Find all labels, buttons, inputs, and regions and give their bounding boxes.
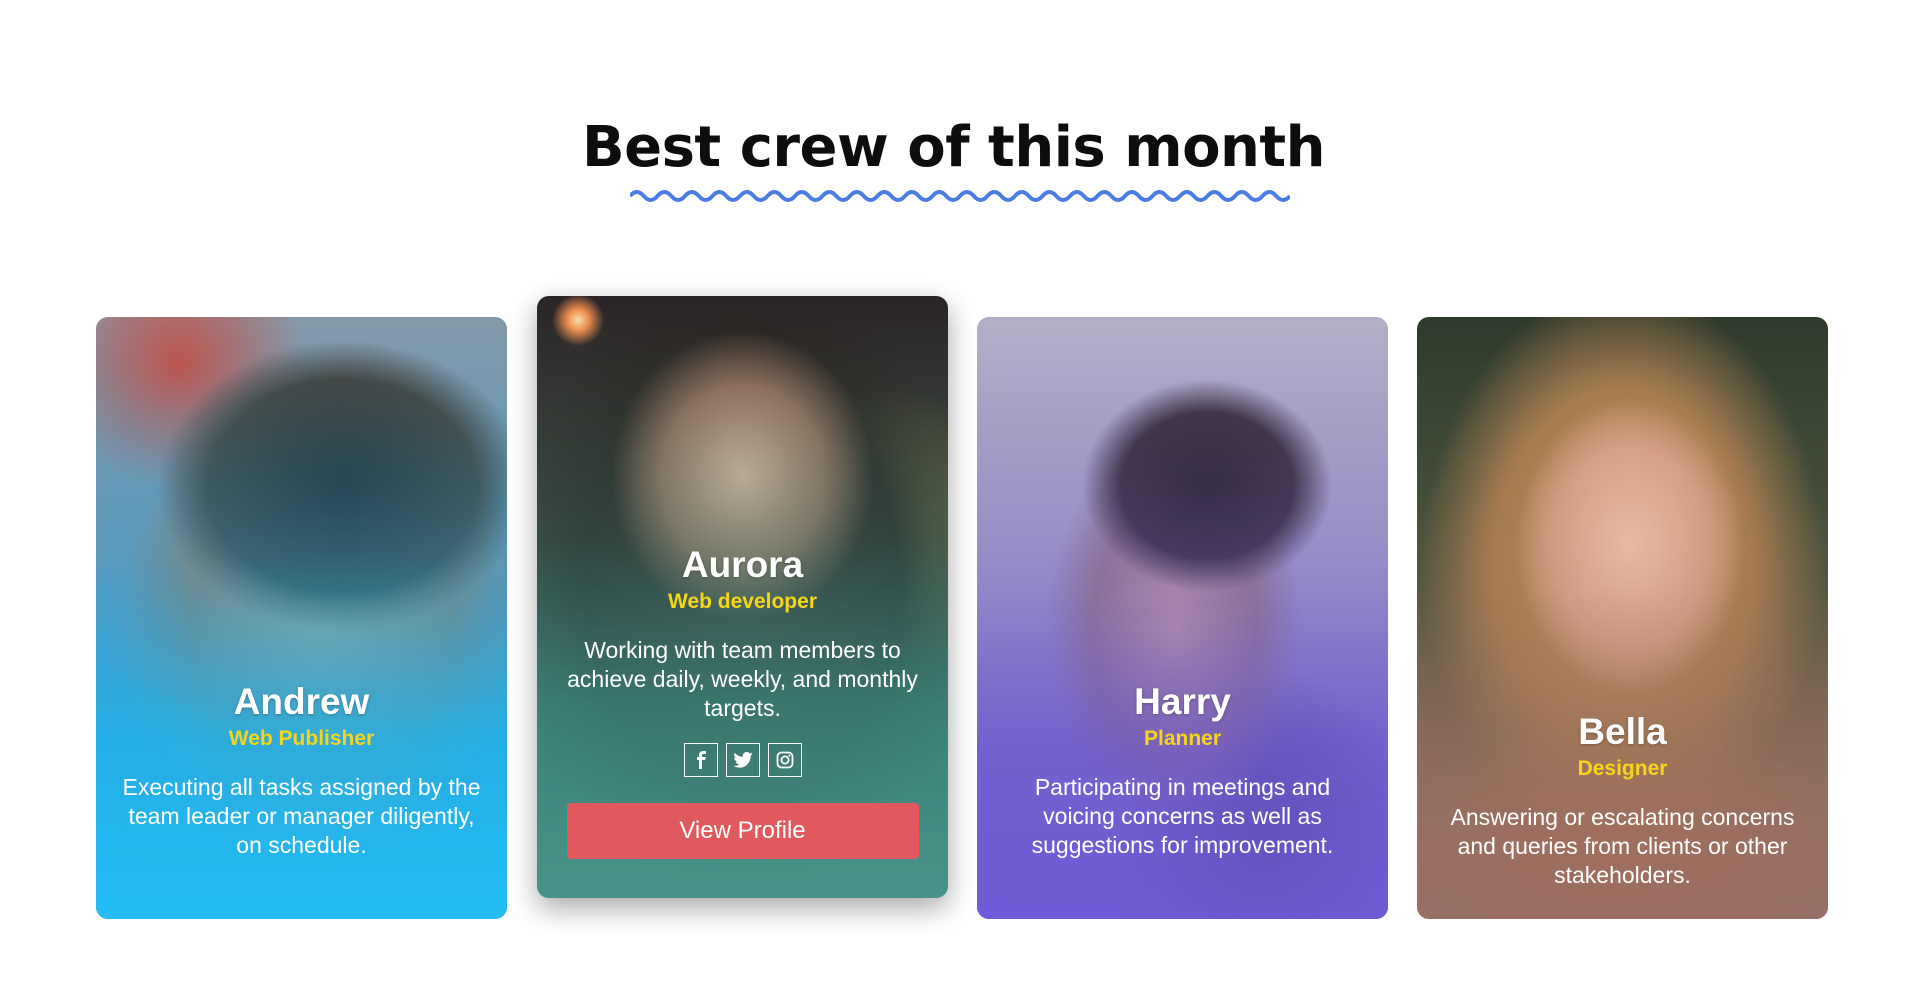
member-description: Executing all tasks assigned by the team…	[122, 774, 481, 858]
team-section: Best crew of this month Andrew Web Publi…	[0, 0, 1907, 996]
member-name: Andrew	[233, 681, 370, 722]
card-text: Aurora Web developer Working with team m…	[537, 544, 948, 859]
member-description: Working with team members to achieve dai…	[567, 637, 918, 721]
facebook-icon[interactable]	[683, 743, 718, 777]
team-card-bella[interactable]: Bella Designer Answering or escalating c…	[1417, 317, 1828, 919]
member-role: Web developer	[668, 590, 817, 613]
member-name: Aurora	[681, 544, 804, 585]
member-name: Bella	[1578, 711, 1667, 752]
card-text: Andrew Web Publisher Executing all tasks…	[96, 681, 507, 860]
wavy-underline	[630, 190, 1290, 202]
member-description: Answering or escalating concerns and que…	[1450, 804, 1795, 888]
team-card-harry[interactable]: Harry Planner Participating in meetings …	[977, 317, 1388, 919]
card-text: Harry Planner Participating in meetings …	[977, 681, 1388, 860]
card-text: Bella Designer Answering or escalating c…	[1417, 711, 1828, 890]
team-card-aurora[interactable]: Aurora Web developer Working with team m…	[537, 296, 948, 898]
instagram-icon[interactable]	[767, 743, 802, 777]
page-title: Best crew of this month	[581, 115, 1326, 180]
member-name: Harry	[1134, 681, 1231, 722]
member-role: Web Publisher	[228, 727, 375, 750]
team-card-andrew[interactable]: Andrew Web Publisher Executing all tasks…	[96, 317, 507, 919]
social-links	[537, 743, 948, 777]
member-role: Planner	[1143, 727, 1222, 750]
view-profile-button[interactable]: View Profile	[566, 803, 919, 859]
member-role: Designer	[1577, 757, 1668, 780]
member-description: Participating in meetings and voicing co…	[1031, 774, 1334, 858]
section-heading: Best crew of this month	[0, 112, 1907, 202]
twitter-icon[interactable]	[725, 743, 760, 777]
